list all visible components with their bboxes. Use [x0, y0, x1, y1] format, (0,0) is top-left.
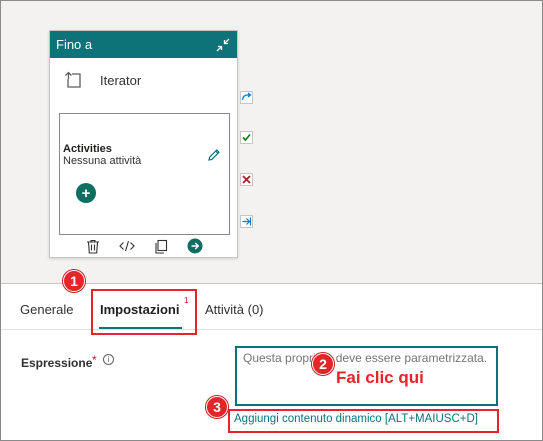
tab-attivita[interactable]: Attività (0): [205, 302, 264, 317]
iterator-icon: [64, 70, 84, 90]
callout-badge-3: 3: [206, 396, 228, 418]
activities-subtitle: Nessuna attività: [63, 155, 142, 167]
edit-icon[interactable]: [207, 148, 221, 162]
tab-generale[interactable]: Generale: [20, 302, 73, 317]
tab-impostazioni[interactable]: Impostazioni: [100, 302, 179, 317]
collapse-icon[interactable]: [215, 37, 231, 53]
active-tab-indicator: [99, 327, 182, 329]
until-activity-card[interactable]: Fino a Iterator Activities Nessuna attiv…: [49, 30, 238, 258]
required-indicator: *: [92, 353, 97, 367]
completion-handle-icon[interactable]: [240, 215, 253, 228]
callout-badge-1: 1: [63, 270, 85, 292]
activities-title: Activities: [63, 143, 112, 155]
properties-tabs: Generale Impostazioni Attività (0): [1, 284, 542, 330]
tab-error-count: 1: [184, 296, 189, 305]
copy-icon[interactable]: [152, 238, 169, 255]
failure-handle-icon[interactable]: [240, 173, 253, 186]
iterator-row: Iterator: [64, 70, 141, 90]
callout-text: Fai clic qui: [336, 368, 424, 387]
iterator-label: Iterator: [100, 72, 142, 88]
pipeline-canvas[interactable]: Fino a Iterator Activities Nessuna attiv…: [1, 1, 542, 283]
callout-badge-2: 2: [312, 353, 334, 375]
code-icon[interactable]: [118, 238, 135, 255]
arrow-right-circle-icon[interactable]: [186, 238, 203, 255]
card-header: Fino a: [50, 31, 237, 58]
info-icon[interactable]: i: [103, 354, 114, 365]
card-title: Fino a: [56, 37, 93, 52]
add-dynamic-content-link[interactable]: Aggiungi contenuto dinamico [ALT+MAIUSC+…: [234, 413, 478, 425]
delete-icon[interactable]: [84, 238, 101, 255]
skip-handle-icon[interactable]: [240, 91, 253, 104]
expression-label: Espressione: [21, 356, 93, 370]
card-toolbar: [50, 235, 237, 257]
activities-container[interactable]: Activities Nessuna attività +: [59, 113, 230, 235]
plus-icon[interactable]: +: [76, 183, 96, 203]
success-handle-icon[interactable]: [240, 131, 253, 144]
